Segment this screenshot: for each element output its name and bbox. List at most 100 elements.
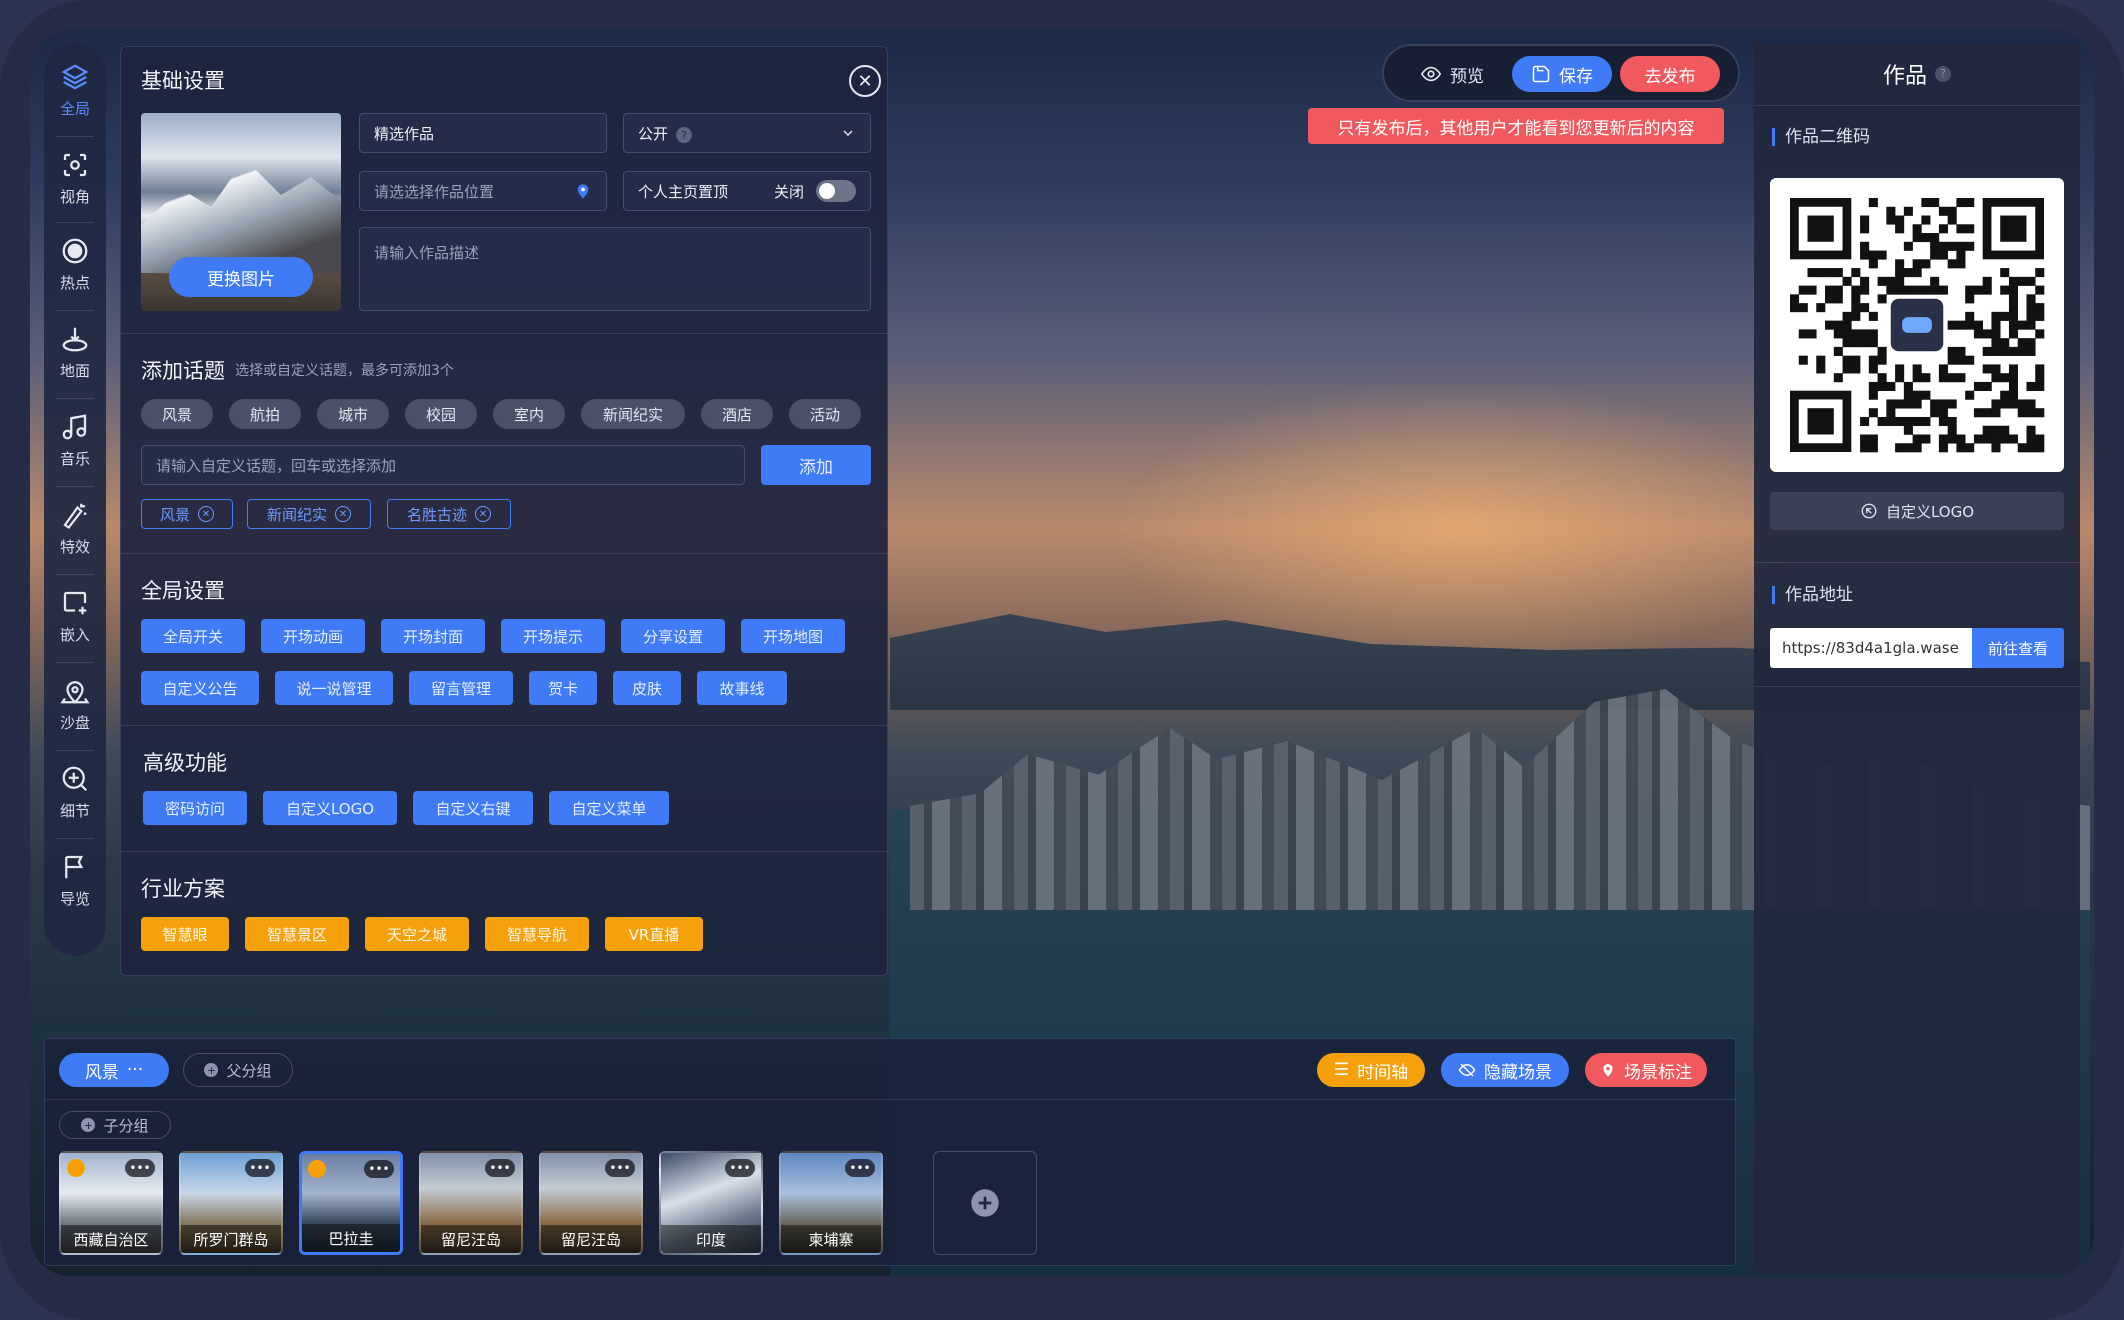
- topic-chip[interactable]: 新闻纪实: [581, 399, 685, 429]
- child-group-label: 子分组: [103, 1116, 149, 1135]
- sidebar-item-music[interactable]: 音乐: [44, 400, 106, 480]
- publish-button[interactable]: 去发布: [1620, 56, 1720, 92]
- selected-topic-label: 新闻纪实: [266, 505, 327, 524]
- sidebar-item-global[interactable]: 全局: [44, 50, 106, 130]
- remove-tag-icon[interactable]: ✕: [198, 506, 214, 522]
- custom-rightclick-button[interactable]: 自定义右键: [413, 791, 533, 825]
- smart-scenic-button[interactable]: 智慧景区: [245, 917, 349, 951]
- topic-chip[interactable]: 风景: [141, 399, 213, 429]
- scene-thumbnail[interactable]: ••• 留尼汪岛: [539, 1151, 643, 1255]
- sidebar-item-view[interactable]: 视角: [44, 138, 106, 218]
- sidebar-item-label: 视角: [59, 187, 90, 206]
- scene-thumbnail[interactable]: ••• 印度: [659, 1151, 763, 1255]
- topic-chip[interactable]: 城市: [317, 399, 389, 429]
- plus-circle-icon: +: [81, 1118, 96, 1132]
- tour-flag-icon: [65, 855, 84, 878]
- custom-logo-qr-button[interactable]: 自定义LOGO: [1770, 492, 2064, 530]
- scene-thumbnail[interactable]: ••• 所罗门群岛: [179, 1151, 283, 1255]
- scene-more-icon[interactable]: •••: [845, 1159, 875, 1177]
- pin-toggle[interactable]: [816, 180, 856, 202]
- vr-live-button[interactable]: VR直播: [605, 917, 703, 951]
- pin-toggle-wrap: 关闭: [774, 180, 856, 202]
- skin-button[interactable]: 皮肤: [613, 671, 681, 705]
- selected-topic-label: 风景: [159, 505, 190, 524]
- sidebar-item-detail[interactable]: 细节: [44, 752, 106, 832]
- remove-tag-icon[interactable]: ✕: [475, 506, 491, 522]
- description-textarea[interactable]: 请输入作品描述: [359, 227, 871, 311]
- hide-scene-button[interactable]: 隐藏场景: [1441, 1053, 1569, 1087]
- work-panel-header: 作品 ?: [1754, 42, 2080, 106]
- topic-chip[interactable]: 室内: [493, 399, 565, 429]
- topic-chip[interactable]: 航拍: [229, 399, 301, 429]
- sidebar-item-effects[interactable]: 特效: [44, 488, 106, 568]
- scene-more-icon[interactable]: •••: [725, 1159, 755, 1177]
- intro-cover-button[interactable]: 开场封面: [381, 619, 485, 653]
- help-icon[interactable]: ?: [1935, 65, 1951, 82]
- publish-label: 去发布: [1644, 66, 1696, 87]
- sidebar-divider: [56, 662, 94, 663]
- group-more-icon[interactable]: ···: [127, 1060, 143, 1080]
- say-manage-button[interactable]: 说一说管理: [275, 671, 393, 705]
- scene-more-icon[interactable]: •••: [485, 1159, 515, 1177]
- remove-tag-icon[interactable]: ✕: [335, 506, 351, 522]
- location-input[interactable]: 请选选择作品位置: [359, 171, 607, 211]
- timeline-button[interactable]: ☰ 时间轴: [1317, 1053, 1425, 1087]
- plus-circle-icon: +: [204, 1063, 219, 1077]
- intro-animation-button[interactable]: 开场动画: [261, 619, 365, 653]
- group-selector[interactable]: 风景 ···: [59, 1053, 169, 1087]
- sidebar-item-sandbox[interactable]: 沙盘: [44, 664, 106, 744]
- visibility-select[interactable]: 公开?: [623, 113, 871, 153]
- add-scene-button[interactable]: [933, 1151, 1037, 1255]
- custom-notice-button[interactable]: 自定义公告: [141, 671, 259, 705]
- change-image-button[interactable]: 更换图片: [169, 257, 313, 297]
- scene-more-icon[interactable]: •••: [245, 1159, 275, 1177]
- topic-chip[interactable]: 活动: [789, 399, 861, 429]
- sidebar-divider: [56, 574, 94, 575]
- location-pin-icon[interactable]: [574, 182, 592, 200]
- save-button[interactable]: 保存: [1512, 56, 1612, 92]
- intro-hint-button[interactable]: 开场提示: [501, 619, 605, 653]
- custom-logo-button[interactable]: 自定义LOGO: [263, 791, 397, 825]
- share-settings-button[interactable]: 分享设置: [621, 619, 725, 653]
- topic-chip[interactable]: 校园: [405, 399, 477, 429]
- intro-map-button[interactable]: 开场地图: [741, 619, 845, 653]
- parent-group-button[interactable]: + 父分组: [183, 1053, 293, 1087]
- right-divider: [1754, 562, 2080, 563]
- topics-title: 添加话题: [141, 359, 225, 383]
- child-group-button[interactable]: + 子分组: [59, 1111, 171, 1139]
- scene-thumbnail-selected[interactable]: ••• 巴拉圭: [299, 1151, 403, 1255]
- custom-menu-button[interactable]: 自定义菜单: [549, 791, 669, 825]
- logo-icon: [1861, 503, 1877, 519]
- scene-mark-button[interactable]: 场景标注: [1585, 1053, 1707, 1087]
- work-name-input[interactable]: 精选作品: [359, 113, 607, 153]
- sidebar-divider: [56, 222, 94, 223]
- scene-more-icon[interactable]: •••: [125, 1159, 155, 1177]
- url-value[interactable]: https://83d4a1gla.wase: [1770, 628, 1972, 668]
- scene-more-icon[interactable]: •••: [364, 1160, 394, 1178]
- sidebar-item-tour[interactable]: 导览: [44, 840, 106, 920]
- scene-thumbnail[interactable]: ••• 留尼汪岛: [419, 1151, 523, 1255]
- scene-thumbnail[interactable]: ••• 西藏自治区: [59, 1151, 163, 1255]
- topic-chip[interactable]: 酒店: [701, 399, 773, 429]
- smart-eye-button[interactable]: 智慧眼: [141, 917, 229, 951]
- smart-nav-button[interactable]: 智慧导航: [485, 917, 589, 951]
- global-switch-button[interactable]: 全局开关: [141, 619, 245, 653]
- sidebar-item-embed[interactable]: 嵌入: [44, 576, 106, 656]
- scene-thumbnail[interactable]: ••• 柬埔寨: [779, 1151, 883, 1255]
- custom-topic-input[interactable]: 请输入自定义话题，回车或选择添加: [141, 445, 745, 485]
- greeting-card-button[interactable]: 贺卡: [529, 671, 597, 705]
- top-toolbar: 预览 保存 去发布: [1382, 44, 1740, 102]
- scene-more-icon[interactable]: •••: [605, 1159, 635, 1177]
- sky-city-button[interactable]: 天空之城: [365, 917, 469, 951]
- comment-manage-button[interactable]: 留言管理: [409, 671, 513, 705]
- preview-button[interactable]: 预览: [1398, 56, 1506, 92]
- sidebar-item-ground[interactable]: 地面: [44, 312, 106, 392]
- storyline-button[interactable]: 故事线: [697, 671, 787, 705]
- panorama-viewport[interactable]: 全局 视角 热点 地面 音乐 特效 嵌入 沙盘 细节 导览 基础设置 ✕ 更换图…: [30, 30, 2094, 1276]
- go-view-button[interactable]: 前往查看: [1972, 628, 2064, 668]
- pin-state-label: 关闭: [773, 182, 804, 201]
- sidebar-item-hotspot[interactable]: 热点: [44, 224, 106, 304]
- password-access-button[interactable]: 密码访问: [143, 791, 247, 825]
- close-panel-button[interactable]: ✕: [849, 65, 881, 97]
- add-topic-button[interactable]: 添加: [761, 445, 871, 485]
